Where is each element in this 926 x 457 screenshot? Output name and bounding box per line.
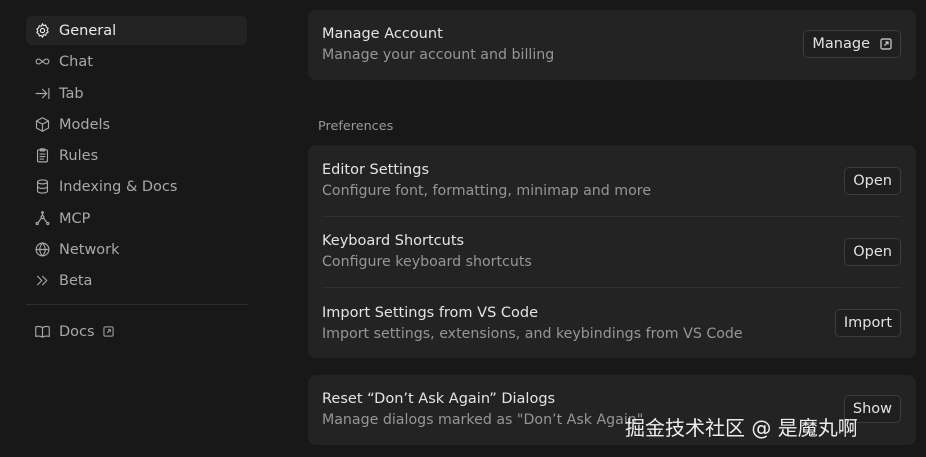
settings-sidebar: General Chat Tab Models Rules Indexing &… [0,0,260,457]
infinity-icon [33,53,51,71]
database-icon [33,178,51,196]
sidebar-item-tab[interactable]: Tab [26,79,247,108]
sidebar-item-label: Network [59,241,120,258]
import-vscode-row: Import Settings from VS Code Import sett… [308,287,916,358]
row-description: Configure keyboard shortcuts [322,254,532,270]
sidebar-item-label: Tab [59,85,84,102]
button-label: Show [852,401,892,417]
button-label: Import [843,315,892,331]
sidebar-item-indexing-docs[interactable]: Indexing & Docs [26,172,247,201]
sidebar-item-network[interactable]: Network [26,235,247,264]
sidebar-item-chat[interactable]: Chat [26,47,247,76]
import-settings-button[interactable]: Import [834,309,901,337]
sidebar-item-label: Chat [59,53,93,70]
sidebar-item-mcp[interactable]: MCP [26,204,247,233]
clipboard-icon [33,147,51,165]
sidebar-item-beta[interactable]: Beta [26,266,247,295]
open-editor-settings-button[interactable]: Open [844,167,901,195]
sidebar-item-label: Indexing & Docs [59,178,178,195]
preferences-section-label: Preferences [318,119,394,134]
sidebar-item-general[interactable]: General [26,16,247,45]
external-link-icon [880,38,892,50]
preferences-card: Editor Settings Configure font, formatti… [308,145,916,358]
reset-dialogs-description: Manage dialogs marked as "Don’t Ask Agai… [322,412,644,428]
watermark-text: 掘金技术社区 @ 是魔丸啊 [625,416,858,440]
row-title: Import Settings from VS Code [322,305,539,321]
sidebar-divider [26,304,248,305]
reset-dialogs-title: Reset “Don’t Ask Again” Dialogs [322,391,556,407]
sidebar-item-label: Rules [59,147,99,164]
keyboard-shortcuts-row: Keyboard Shortcuts Configure keyboard sh… [308,216,916,287]
tab-arrow-icon [33,85,51,103]
manage-account-button[interactable]: Manage [803,30,901,58]
settings-window: General Chat Tab Models Rules Indexing &… [0,0,926,457]
sidebar-item-label: General [59,22,117,39]
row-title: Editor Settings [322,162,429,178]
row-description: Configure font, formatting, minimap and … [322,183,652,199]
account-card: Manage Account Manage your account and b… [308,10,916,80]
book-icon [33,323,51,341]
sidebar-item-label: Beta [59,272,93,289]
account-description: Manage your account and billing [322,47,555,63]
sidebar-item-label: Docs [59,323,95,340]
account-title: Manage Account [322,26,443,42]
sidebar-item-label: MCP [59,210,91,227]
row-title: Keyboard Shortcuts [322,233,465,249]
network-node-icon [33,210,51,228]
sidebar-item-label: Models [59,116,111,133]
editor-settings-row: Editor Settings Configure font, formatti… [308,145,916,216]
open-keyboard-shortcuts-button[interactable]: Open [844,238,901,266]
row-description: Import settings, extensions, and keybind… [322,326,743,342]
gear-icon [33,22,51,40]
globe-icon [33,241,51,259]
double-chevron-icon [33,272,51,290]
manage-button-label: Manage [812,36,870,52]
button-label: Open [853,173,892,189]
cube-icon [33,116,51,134]
button-label: Open [853,244,892,260]
external-link-icon [102,326,114,337]
sidebar-item-rules[interactable]: Rules [26,141,247,170]
sidebar-item-models[interactable]: Models [26,110,247,139]
sidebar-item-docs[interactable]: Docs [26,317,247,346]
